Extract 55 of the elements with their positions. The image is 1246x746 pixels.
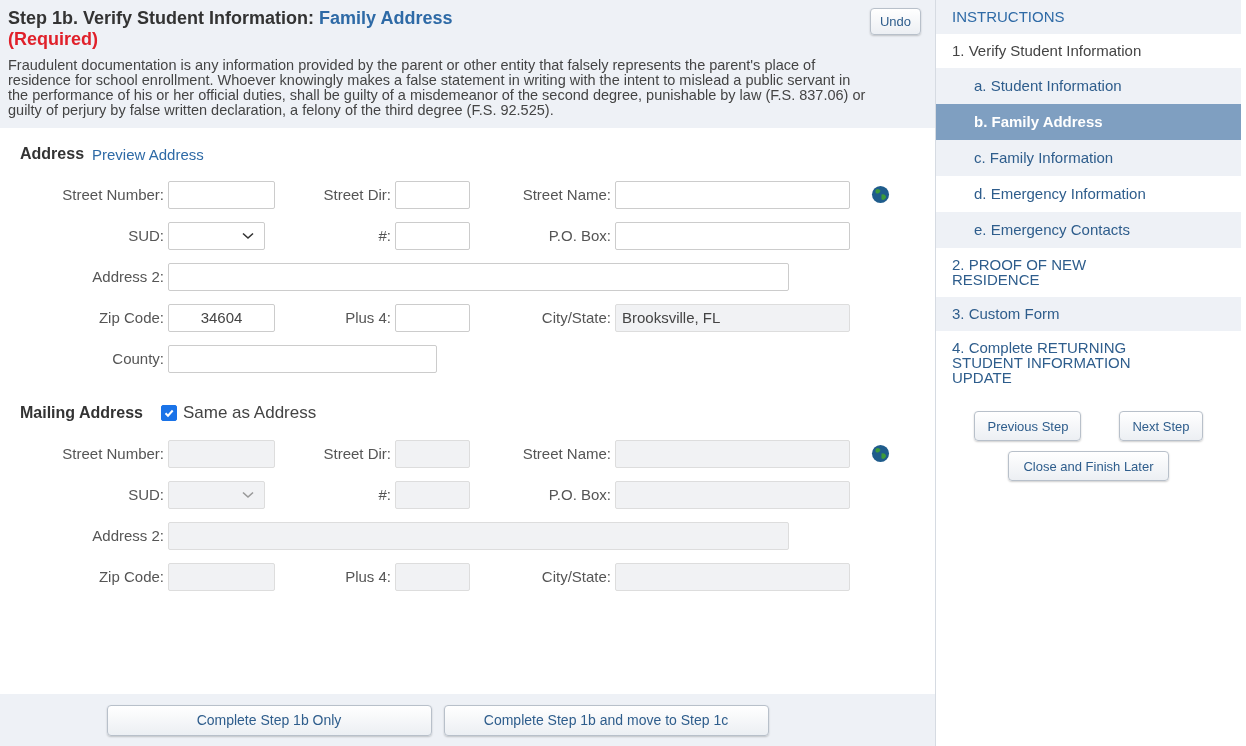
checkmark-icon [163,407,175,419]
field-label: Plus 4: [344,309,392,326]
field-label: Street Number: [61,445,165,462]
input-field[interactable] [168,262,789,291]
field-label: Street Dir: [322,445,392,462]
field-label: City/State: [540,309,612,326]
globe-icon[interactable] [870,185,890,204]
caret-icon [242,231,254,240]
complete-step-button[interactable]: Complete Step 1b and move to Step 1c [443,704,769,736]
preview-address-link[interactable]: Preview Address [92,145,204,163]
field-label: P.O. Box: [547,486,612,503]
step-item[interactable]: a. Student Information [936,68,1241,104]
select-field[interactable] [168,221,265,250]
complete-step-button[interactable]: Complete Step 1b Only [106,704,432,736]
field-label: P.O. Box: [547,227,612,244]
field-label: Address 2: [91,527,165,544]
section-title: Address [20,145,85,163]
step-item[interactable]: c. Family Information [936,140,1241,176]
checkbox[interactable] [161,405,177,421]
legal-notice: Fraudulent documentation is any information provided by the parent or other entity that falsely represents the parent's place of residence for school enrollment. Whoever knowingly makes a false statement in writing with the intent to mislead a public servant in the performance of his or her official duties, shall be guilty of a misdemeanor of the second degree, punishable by law (F.S. 837.06) or guilty of perjury by false written declaration, a felony of the third degree (F.S. 92.525). [8,58,867,118]
field-label: Street Name: [521,445,612,462]
field-label: #: [377,486,392,503]
step-nav-button[interactable]: Next Step [1119,411,1203,441]
field-label: Street Number: [61,186,165,203]
field-label: #: [377,227,392,244]
field-label: Zip Code: [97,309,165,326]
caret-icon [242,490,254,499]
undo-button[interactable]: Undo [869,8,921,35]
field-label: Plus 4: [344,568,392,585]
required-label: (Required) [8,29,99,50]
field-label: SUD: [127,486,165,503]
input-field[interactable]: 34604 [168,303,275,332]
close-finish-button[interactable]: Close and Finish Later [1008,451,1169,481]
step-nav-button[interactable]: Previous Step [974,411,1082,441]
input-field[interactable] [168,344,437,373]
field-label: Address 2: [91,268,165,285]
field-label: County: [111,350,165,367]
sidebar-title: INSTRUCTIONS [936,0,1241,34]
step-item[interactable]: e. Emergency Contacts [936,212,1241,248]
input-field[interactable] [395,221,470,250]
field-label: Street Name: [521,186,612,203]
step-item[interactable]: 3. Custom Form [936,297,1241,331]
checkbox-label: Same as Address [183,403,317,423]
input-field[interactable] [395,303,470,332]
section-title: Mailing Address [20,404,143,422]
input-field[interactable] [395,180,470,209]
field-label: SUD: [127,227,165,244]
field-label: City/State: [540,568,612,585]
step-title: Step 1b. Verify Student Information: Family Address [8,8,453,29]
globe-icon[interactable] [870,444,890,463]
input-field[interactable] [615,180,850,209]
input-field[interactable] [615,221,850,250]
field-label: Street Dir: [322,186,392,203]
input-field[interactable] [168,180,275,209]
field-label: Zip Code: [97,568,165,585]
